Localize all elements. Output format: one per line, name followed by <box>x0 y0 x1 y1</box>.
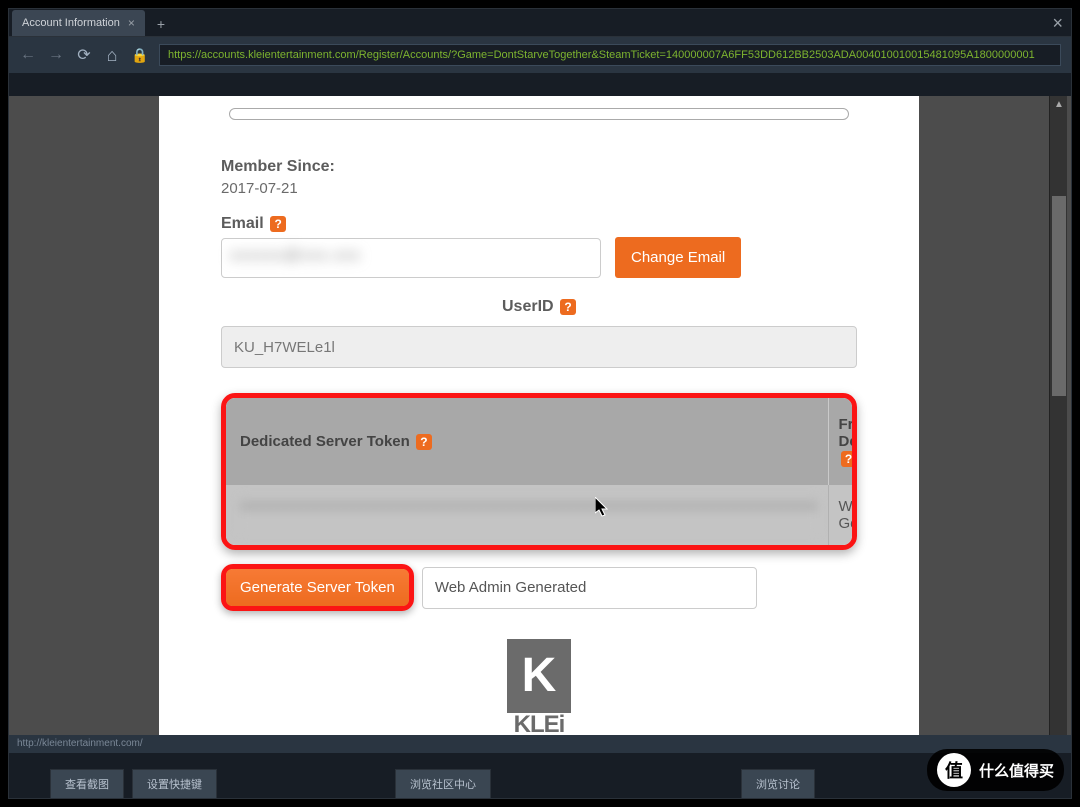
friendly-description-input[interactable] <box>422 567 757 609</box>
generate-button-highlight: Generate Server Token <box>221 564 414 611</box>
generate-row: Generate Server Token <box>221 564 857 611</box>
member-since-value: 2017-07-21 <box>221 180 857 197</box>
desc-cell: Web Admin Generated <box>828 485 857 545</box>
new-tab-button[interactable]: + <box>149 12 173 36</box>
tab-close-icon[interactable]: × <box>128 16 135 30</box>
nav-bar: ← → ⟳ ⌂ 🔒 https://accounts.kleientertain… <box>9 37 1071 73</box>
col-desc-header: Friendly Description ? <box>828 398 857 485</box>
userid-label: UserID ? <box>221 298 857 316</box>
watermark-badge: 值 什么值得买 <box>927 749 1064 791</box>
col-token-header: Dedicated Server Token ? <box>226 398 828 485</box>
email-row: xxxxxx@xxx.xxx Change Email <box>221 237 857 278</box>
screenshot-button[interactable]: 查看截图 <box>50 769 124 799</box>
tab-bar: Account Information × + <box>9 9 1071 37</box>
help-icon[interactable]: ? <box>416 434 432 450</box>
home-icon[interactable]: ⌂ <box>103 45 121 66</box>
discussions-button[interactable]: 浏览讨论 <box>741 769 815 799</box>
table-header-row: Dedicated Server Token ? Friendly Descri… <box>226 398 857 485</box>
help-icon[interactable]: ? <box>270 216 286 232</box>
scrollbar-thumb[interactable] <box>1052 196 1066 396</box>
browser-window: × Account Information × + ← → ⟳ ⌂ 🔒 http… <box>8 8 1072 799</box>
url-bar[interactable]: https://accounts.kleientertainment.com/R… <box>159 44 1061 66</box>
generate-server-token-button[interactable]: Generate Server Token <box>226 569 409 606</box>
content-viewport: Member Since: 2017-07-21 Email ? xxxxxx@… <box>9 96 1071 753</box>
steam-bottom-bar-left: 查看截图 设置快捷键 <box>50 769 217 799</box>
tab-title: Account Information <box>22 17 120 29</box>
refresh-icon[interactable]: ⟳ <box>75 45 93 65</box>
klei-k-mark: K <box>507 639 571 713</box>
email-label: Email ? <box>221 215 857 233</box>
token-table-highlight: Dedicated Server Token ? Friendly Descri… <box>221 393 857 550</box>
help-icon[interactable]: ? <box>841 451 857 467</box>
page-content: Member Since: 2017-07-21 Email ? xxxxxx@… <box>159 96 919 753</box>
email-field[interactable]: xxxxxx@xxx.xxx <box>221 238 601 278</box>
userid-field[interactable] <box>221 326 857 368</box>
table-row: xxxxxxxxxxxxxxxxxxxxxxxxxxxxxxxxxxxxxxxx… <box>226 485 857 545</box>
back-icon[interactable]: ← <box>19 46 37 64</box>
status-bar: http://kleientertainment.com/ <box>9 735 1071 753</box>
window-close-icon[interactable]: × <box>1052 13 1063 34</box>
scrollbar[interactable]: ▲ ▼ <box>1049 96 1067 753</box>
token-table: Dedicated Server Token ? Friendly Descri… <box>226 398 857 545</box>
klei-logo: K KLEi <box>221 639 857 749</box>
badge-icon: 值 <box>937 753 971 787</box>
community-hub-button[interactable]: 浏览社区中心 <box>395 769 491 799</box>
lock-icon: 🔒 <box>131 47 149 64</box>
scroll-up-icon[interactable]: ▲ <box>1052 98 1066 112</box>
top-input-cropped[interactable] <box>229 108 849 120</box>
browser-tab[interactable]: Account Information × <box>12 10 145 36</box>
hotkey-button[interactable]: 设置快捷键 <box>132 769 217 799</box>
change-email-button[interactable]: Change Email <box>615 237 741 278</box>
steam-bottom-bar-right: 浏览社区中心 浏览讨论 <box>395 769 815 799</box>
badge-text: 什么值得买 <box>979 760 1054 781</box>
help-icon[interactable]: ? <box>560 299 576 315</box>
member-since-label: Member Since: <box>221 158 857 176</box>
token-cell[interactable]: xxxxxxxxxxxxxxxxxxxxxxxxxxxxxxxxxxxxxxxx… <box>226 485 828 545</box>
forward-icon[interactable]: → <box>47 46 65 64</box>
